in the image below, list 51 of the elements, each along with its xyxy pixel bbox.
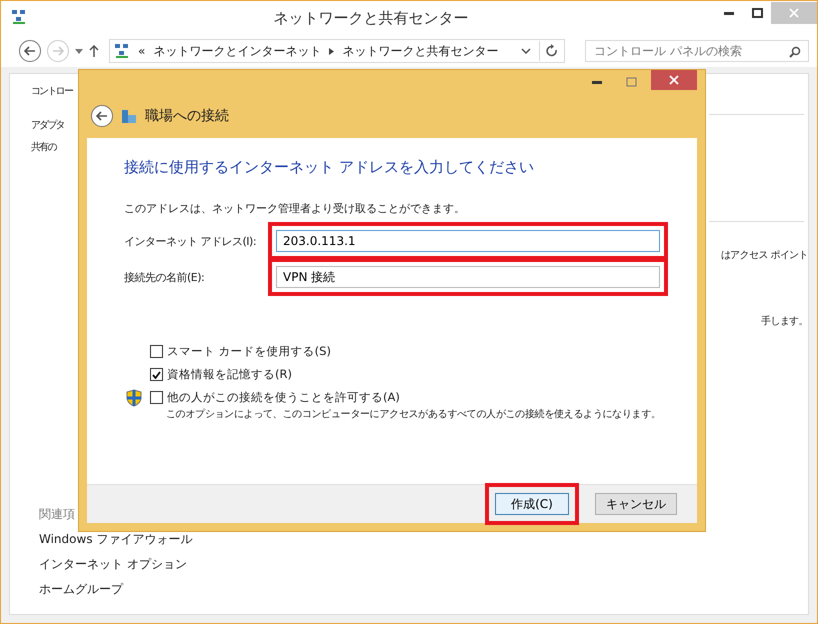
instruction-heading: 接続に使用するインターネット アドレスを入力してください bbox=[124, 158, 535, 177]
checkbox-label[interactable]: スマート カードを使用する(S) bbox=[167, 344, 331, 359]
option-note: このオプションによって、このコンピューターにアクセスがあるすべての人がこの接続を使えるようになります。 bbox=[166, 408, 661, 421]
search-icon bbox=[789, 46, 801, 58]
close-icon bbox=[789, 8, 799, 18]
dropdown-icon[interactable] bbox=[521, 48, 531, 54]
maximize-icon bbox=[626, 77, 636, 87]
building-icon bbox=[121, 108, 137, 124]
network-icon bbox=[11, 8, 27, 24]
checkbox-label[interactable]: 他の人がこの接続を使うことを許可する(A) bbox=[167, 390, 400, 405]
checkbox[interactable] bbox=[150, 391, 163, 404]
chevron-icon bbox=[329, 48, 334, 54]
dialog-title: 職場への接続 bbox=[145, 107, 229, 125]
checkbox[interactable] bbox=[150, 368, 163, 381]
related-link[interactable]: インターネット オプション bbox=[39, 556, 239, 573]
checkbox[interactable] bbox=[150, 345, 163, 358]
description-text: このアドレスは、ネットワーク管理者より受け取ることができます。 bbox=[124, 201, 466, 216]
dropdown-icon[interactable] bbox=[75, 48, 83, 54]
input-field[interactable]: 203.0.113.1 bbox=[276, 230, 660, 252]
back-button[interactable] bbox=[19, 40, 41, 62]
breadcrumb-item[interactable]: ネットワークと共有センター bbox=[342, 42, 498, 60]
sidebar-link[interactable]: アダプタ bbox=[31, 118, 64, 132]
address-bar[interactable]: « ネットワークとインターネット ネットワークと共有センター bbox=[109, 39, 565, 63]
field-label: インターネット アドレス(I): bbox=[124, 234, 258, 248]
checkbox-label[interactable]: 資格情報を記憶する(R) bbox=[167, 367, 292, 382]
window-title: ネットワークと共有センター bbox=[272, 8, 470, 28]
related-link[interactable]: ホームグループ bbox=[39, 581, 239, 598]
body-text: 手します。 bbox=[760, 314, 808, 328]
search-field[interactable]: コントロール パネルの検索 bbox=[585, 40, 809, 62]
field-label: 接続先の名前(E): bbox=[124, 270, 206, 284]
minimize-icon bbox=[724, 12, 734, 14]
back-arrow-icon bbox=[96, 111, 108, 121]
maximize-icon bbox=[752, 8, 762, 18]
close-button[interactable] bbox=[651, 70, 697, 90]
minimize-icon bbox=[592, 80, 602, 84]
related-link[interactable]: Windows ファイアウォール bbox=[39, 531, 239, 548]
back-arrow-icon bbox=[24, 46, 36, 56]
back-button[interactable] bbox=[91, 105, 113, 127]
forward-arrow-icon bbox=[52, 46, 64, 56]
section-heading: 関連項 bbox=[39, 506, 76, 523]
network-icon bbox=[114, 43, 130, 59]
breadcrumb-prefix[interactable]: « bbox=[138, 44, 146, 58]
body-text: はアクセス ポイント bbox=[720, 249, 808, 262]
dialog-button[interactable]: 作成(C) bbox=[495, 493, 569, 515]
dialog-button[interactable]: キャンセル bbox=[595, 493, 677, 515]
sidebar-link[interactable]: コントロー bbox=[31, 84, 72, 98]
sidebar-link[interactable]: 共有の bbox=[31, 140, 56, 154]
input-field[interactable]: VPN 接続 bbox=[276, 266, 660, 288]
breadcrumb-item[interactable]: ネットワークとインターネット bbox=[153, 42, 322, 60]
close-icon bbox=[669, 75, 679, 85]
up-arrow-icon[interactable] bbox=[89, 45, 99, 57]
